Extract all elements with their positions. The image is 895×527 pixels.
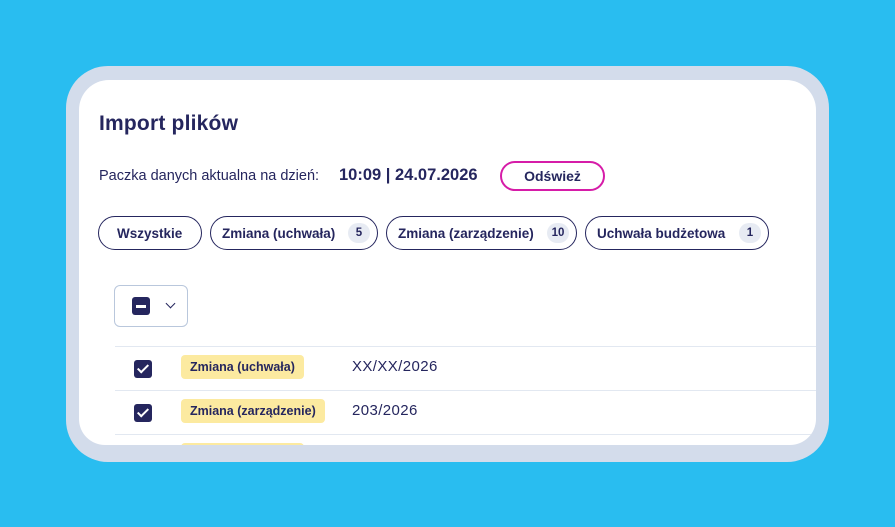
table-row[interactable]: Zmiana (uchwała) XX/XX/2026: [115, 347, 816, 391]
filter-chip-label: Wszystkie: [117, 225, 183, 241]
minus-icon[interactable]: [132, 297, 150, 315]
count-badge: 10: [547, 223, 569, 243]
page-title: Import plików: [99, 112, 239, 135]
import-panel: Import plików Paczka danych aktualna na …: [79, 80, 816, 445]
filter-chip-zmiana-zarzadzenie[interactable]: Zmiana (zarządzenie) 10: [386, 216, 577, 250]
count-badge: 5: [348, 223, 370, 243]
filter-chip-uchwala-budzetowa[interactable]: Uchwała budżetowa 1: [585, 216, 769, 250]
filter-chip-zmiana-uchwala[interactable]: Zmiana (uchwała) 5: [210, 216, 378, 250]
count-badge: 1: [739, 223, 761, 243]
table-row[interactable]: Zmiana (zarządzenie) 203/2026: [115, 391, 816, 435]
table-row[interactable]: [115, 435, 816, 445]
document-type-tag: [181, 443, 304, 445]
refresh-button-label: Odśwież: [524, 168, 581, 184]
refresh-button[interactable]: Odśwież: [500, 161, 605, 191]
filter-chip-label: Uchwała budżetowa: [597, 225, 726, 241]
data-freshness-label: Paczka danych aktualna na dzień:: [99, 168, 320, 184]
document-type-tag: Zmiana (zarządzenie): [181, 399, 325, 423]
data-freshness-value: 10:09 | 24.07.2026: [339, 166, 478, 184]
check-icon[interactable]: [134, 404, 152, 422]
document-number: XX/XX/2026: [352, 358, 438, 375]
filter-chip-label: Zmiana (zarządzenie): [398, 225, 534, 241]
chevron-down-icon[interactable]: [165, 298, 176, 309]
filter-chip-label: Zmiana (uchwała): [222, 225, 336, 241]
filter-chip-all[interactable]: Wszystkie: [98, 216, 202, 250]
document-number: 203/2026: [352, 402, 418, 419]
document-type-tag: Zmiana (uchwała): [181, 355, 304, 379]
check-icon[interactable]: [134, 360, 152, 378]
bulk-select-dropdown[interactable]: [114, 285, 188, 327]
